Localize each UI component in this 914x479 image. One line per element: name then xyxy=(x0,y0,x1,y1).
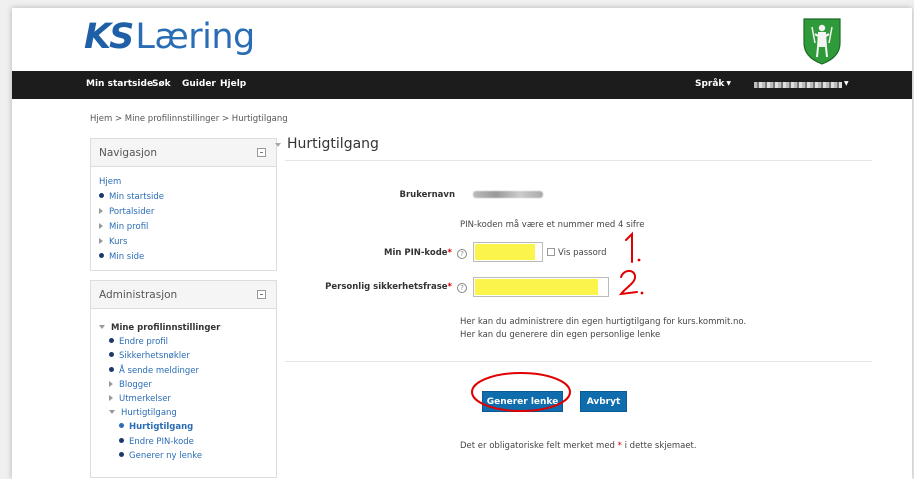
page: KSLæring Min startside Søk Guider Hjelp … xyxy=(12,8,912,479)
annotation-layer xyxy=(471,231,644,412)
annotation-two xyxy=(618,269,644,296)
annotation-one xyxy=(625,231,641,263)
annotation-circle-generate-button xyxy=(471,372,571,412)
